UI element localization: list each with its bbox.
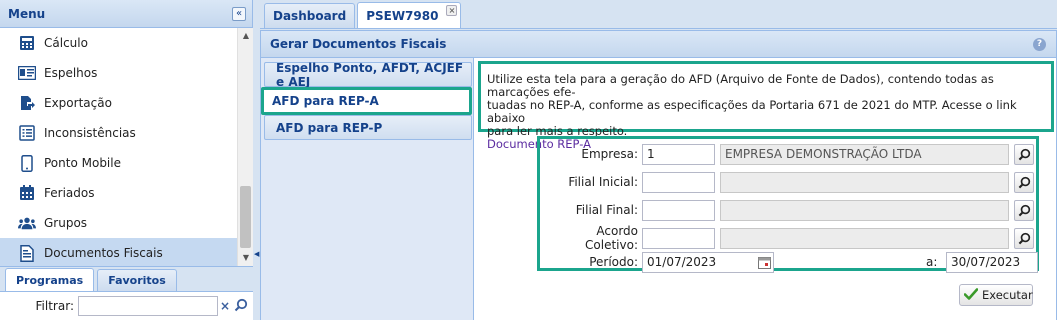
- side-tab-afd-rep-p[interactable]: AFD para REP-P: [264, 115, 472, 140]
- filial-final-row: Filial Final:: [540, 199, 1034, 221]
- filial-inicial-description-field: [720, 171, 1009, 193]
- file-export-icon: [18, 94, 36, 112]
- scroll-down-icon[interactable]: ▼: [238, 250, 254, 266]
- panel-title: Gerar Documentos Fiscais: [270, 37, 447, 51]
- acordo-coletivo-label: Acordo Coletivo:: [585, 224, 638, 252]
- menu-item-label: Documentos Fiscais: [44, 246, 163, 260]
- menu-panel: Menu « Cálculo Espelhos Exportação Incon…: [0, 0, 253, 320]
- tab-label: PSEW7980: [366, 8, 439, 23]
- periodo-fim-input[interactable]: 30/07/2023: [946, 251, 1038, 273]
- menu-item-espelhos[interactable]: Espelhos: [0, 58, 237, 88]
- menu-item-label: Espelhos: [44, 66, 98, 80]
- empresa-row: Empresa: 1 EMPRESA DEMONSTRAÇÃO LTDA: [540, 143, 1034, 165]
- menu-item-label: Exportação: [44, 96, 112, 110]
- scroll-thumb[interactable]: [240, 186, 251, 248]
- calendar-icon[interactable]: [758, 256, 771, 269]
- calculator-icon: [18, 34, 36, 52]
- search-icon[interactable]: [1014, 199, 1034, 221]
- executar-label: Executar: [982, 288, 1033, 302]
- filial-final-description-field: [720, 199, 1009, 221]
- tab-favoritos[interactable]: Favoritos: [97, 269, 177, 291]
- periodo-label: Período:: [589, 255, 638, 269]
- menu-item-label: Grupos: [44, 216, 88, 230]
- collapse-menu-button[interactable]: «: [232, 6, 246, 21]
- empresa-code-input[interactable]: 1: [642, 143, 715, 165]
- panel-content: Espelho Ponto, AFDT, ACJEF e AEJ AFD par…: [260, 58, 1057, 320]
- filial-final-code-input[interactable]: [642, 199, 715, 221]
- side-tabs: Espelho Ponto, AFDT, ACJEF e AEJ AFD par…: [261, 58, 474, 320]
- search-icon[interactable]: [1014, 143, 1034, 165]
- check-icon: [963, 287, 979, 303]
- empresa-label: Empresa:: [581, 147, 638, 161]
- menu-title: Menu: [8, 6, 46, 21]
- scroll-up-icon[interactable]: ▲: [238, 28, 254, 44]
- menu-item-label: Cálculo: [44, 36, 88, 50]
- acordo-coletivo-row: Acordo Coletivo:: [540, 224, 1034, 252]
- menu-item-label: Inconsistências: [44, 126, 136, 140]
- form-box: Empresa: 1 EMPRESA DEMONSTRAÇÃO LTDA Fil…: [537, 136, 1039, 273]
- filter-row: Filtrar: ×: [0, 292, 253, 320]
- menu-item-feriados[interactable]: Feriados: [0, 178, 237, 208]
- filial-inicial-label: Filial Inicial:: [568, 175, 638, 189]
- search-icon[interactable]: [234, 298, 248, 315]
- side-tab-espelho-ponto[interactable]: Espelho Ponto, AFDT, ACJEF e AEJ: [264, 61, 472, 89]
- periodo-inicio-value: 01/07/2023: [647, 254, 717, 269]
- info-box: Utilize esta tela para a geração do AFD …: [478, 61, 1054, 151]
- help-icon[interactable]: ?: [1033, 38, 1046, 51]
- ate-label: a:: [926, 255, 938, 269]
- tab-psew7980[interactable]: PSEW7980 ×: [357, 2, 462, 28]
- main-tab-bar: Dashboard PSEW7980 ×: [260, 0, 1057, 29]
- menu-scrollbar[interactable]: ▲ ▼: [237, 28, 253, 266]
- document-icon: [18, 244, 36, 262]
- menu-item-inconsistencias[interactable]: Inconsistências: [0, 118, 237, 148]
- collapse-arrow-icon[interactable]: ◀: [254, 250, 259, 258]
- search-icon[interactable]: [1014, 171, 1034, 193]
- filter-input[interactable]: [78, 296, 218, 316]
- info-text-line: tuadas no REP-A, conforme as especificaç…: [487, 98, 1017, 125]
- calendar-icon: [18, 184, 36, 202]
- mobile-phone-icon: [18, 154, 36, 172]
- search-icon[interactable]: [1014, 227, 1034, 249]
- filial-final-label: Filial Final:: [575, 203, 638, 217]
- menu-list: Cálculo Espelhos Exportação Inconsistênc…: [0, 28, 237, 266]
- close-tab-icon[interactable]: ×: [446, 5, 458, 16]
- menu-item-calculo[interactable]: Cálculo: [0, 28, 237, 58]
- menu-item-documentos-fiscais[interactable]: Documentos Fiscais: [0, 238, 237, 266]
- bottom-tab-bar: Programas Favoritos: [0, 266, 253, 292]
- panel-splitter[interactable]: ◀: [253, 0, 260, 320]
- filter-label: Filtrar:: [35, 299, 74, 313]
- menu-item-label: Feriados: [44, 186, 95, 200]
- menu-header: Menu «: [0, 0, 252, 28]
- menu-item-exportacao[interactable]: Exportação: [0, 88, 237, 118]
- periodo-row: Período: 01/07/2023 a: 30/07/2023: [540, 251, 1038, 273]
- id-card-icon: [18, 64, 36, 82]
- menu-item-grupos[interactable]: Grupos: [0, 208, 237, 238]
- menu-item-ponto-mobile[interactable]: Ponto Mobile: [0, 148, 237, 178]
- empresa-description-field: EMPRESA DEMONSTRAÇÃO LTDA: [720, 143, 1009, 165]
- side-tab-afd-rep-a[interactable]: AFD para REP-A: [261, 87, 472, 115]
- tab-dashboard[interactable]: Dashboard: [264, 3, 356, 28]
- list-icon: [18, 124, 36, 142]
- users-icon: [18, 214, 36, 232]
- main-panel: Dashboard PSEW7980 × Gerar Documentos Fi…: [260, 0, 1057, 320]
- executar-button[interactable]: Executar: [959, 284, 1033, 306]
- info-text-line: Utilize esta tela para a geração do AFD …: [487, 72, 994, 99]
- menu-item-label: Ponto Mobile: [44, 156, 121, 170]
- acordo-coletivo-code-input[interactable]: [642, 227, 715, 249]
- tab-programas[interactable]: Programas: [5, 268, 95, 291]
- filial-inicial-row: Filial Inicial:: [540, 171, 1034, 193]
- periodo-inicio-input[interactable]: 01/07/2023: [642, 251, 774, 273]
- clear-filter-button[interactable]: ×: [220, 299, 230, 313]
- acordo-coletivo-description-field: [720, 227, 1009, 249]
- panel-header: Gerar Documentos Fiscais ?: [260, 30, 1057, 58]
- filial-inicial-code-input[interactable]: [642, 171, 715, 193]
